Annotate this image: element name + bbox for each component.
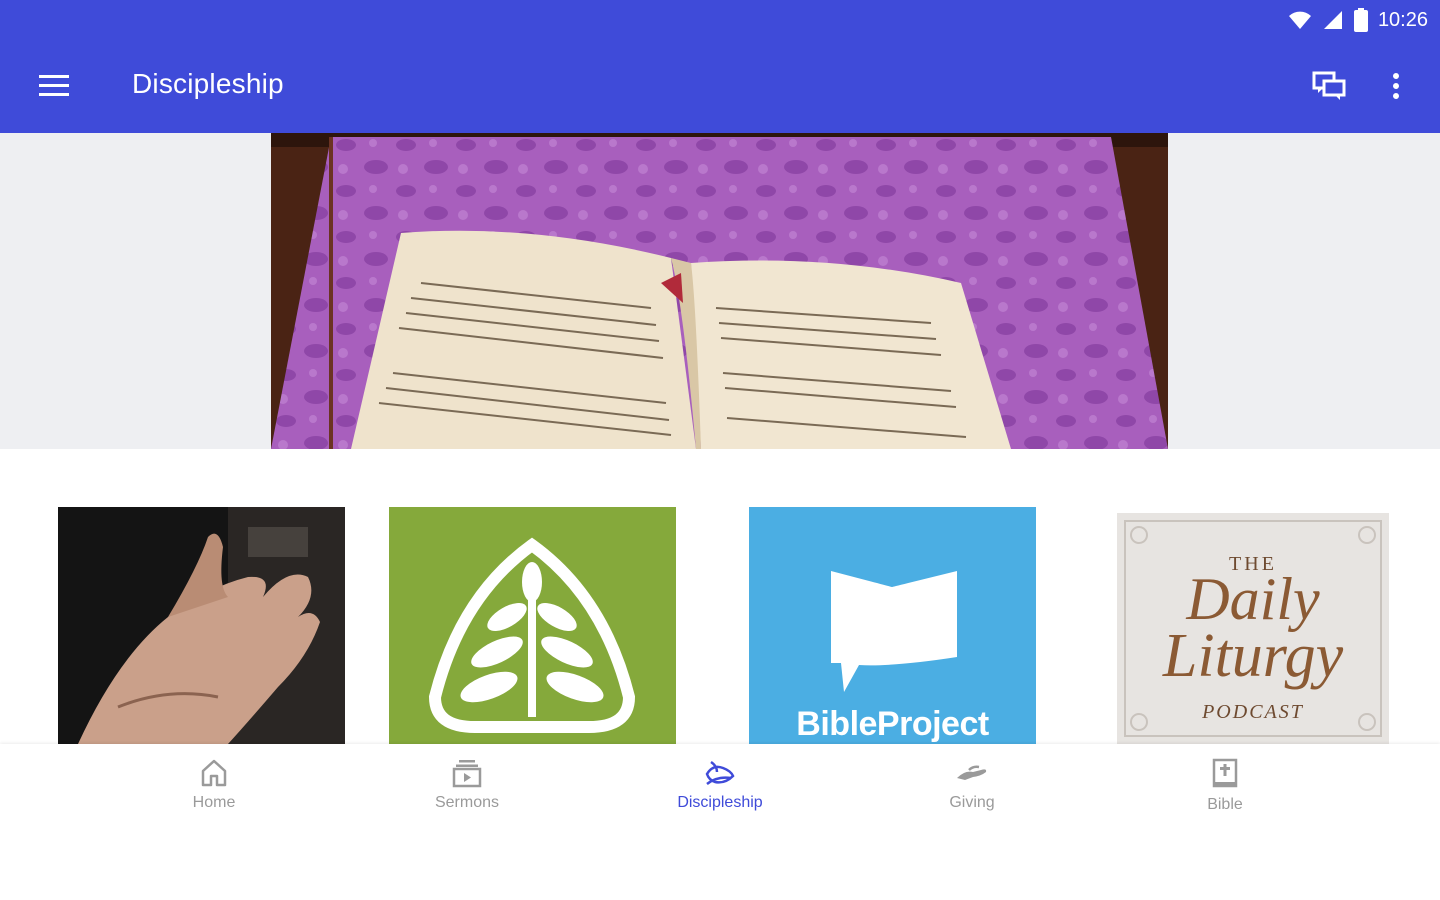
bible-icon [1212, 758, 1238, 788]
nav-label-home: Home [192, 794, 236, 811]
hero-image[interactable] [271, 133, 1168, 449]
logo-podcast-text: PODCAST [1202, 701, 1304, 723]
battery-icon [1353, 8, 1368, 32]
home-icon [201, 759, 227, 787]
bottom-navigation: Home Sermons Discipleship Giving Bible [0, 744, 1440, 900]
nav-item-discipleship[interactable]: Discipleship [640, 758, 800, 812]
tile-hand[interactable] [58, 507, 345, 744]
chat-icon [1312, 71, 1346, 100]
status-bar: 10:26 [1288, 6, 1428, 34]
nav-label-bible: Bible [1207, 796, 1243, 813]
tile-ligonier[interactable] [389, 507, 676, 744]
discipleship-icon [705, 760, 735, 785]
bibleproject-label: BibleProject [796, 705, 989, 743]
menu-icon [39, 75, 69, 96]
giving-icon [957, 765, 987, 780]
open-hand-image [58, 507, 345, 744]
menu-button[interactable] [30, 62, 78, 110]
status-time: 10:26 [1377, 8, 1428, 31]
more-options-button[interactable] [1372, 62, 1420, 110]
nav-item-giving[interactable]: Giving [892, 758, 1052, 812]
app-bar: 10:26 Discipleship [0, 0, 1440, 133]
logo-liturgy-text: Liturgy [1162, 622, 1344, 690]
nav-item-bible[interactable]: Bible [1145, 758, 1305, 814]
signal-icon [1323, 11, 1342, 29]
nav-label-sermons: Sermons [434, 794, 500, 811]
nav-label-discipleship: Discipleship [677, 794, 763, 811]
page-title: Discipleship [132, 68, 284, 99]
nav-label-giving: Giving [949, 794, 995, 811]
nav-item-home[interactable]: Home [134, 758, 294, 812]
more-vert-icon [1393, 73, 1399, 99]
chat-button[interactable] [1306, 62, 1354, 110]
ligonier-tree-logo [389, 507, 676, 744]
open-bible-illustration [271, 133, 1168, 449]
tile-bibleproject[interactable]: BibleProject [749, 507, 1036, 744]
tile-daily-liturgy[interactable]: THE Daily Liturgy PODCAST [1117, 513, 1389, 744]
nav-item-sermons[interactable]: Sermons [387, 758, 547, 812]
sermons-icon [452, 760, 482, 788]
wifi-icon [1288, 11, 1311, 29]
